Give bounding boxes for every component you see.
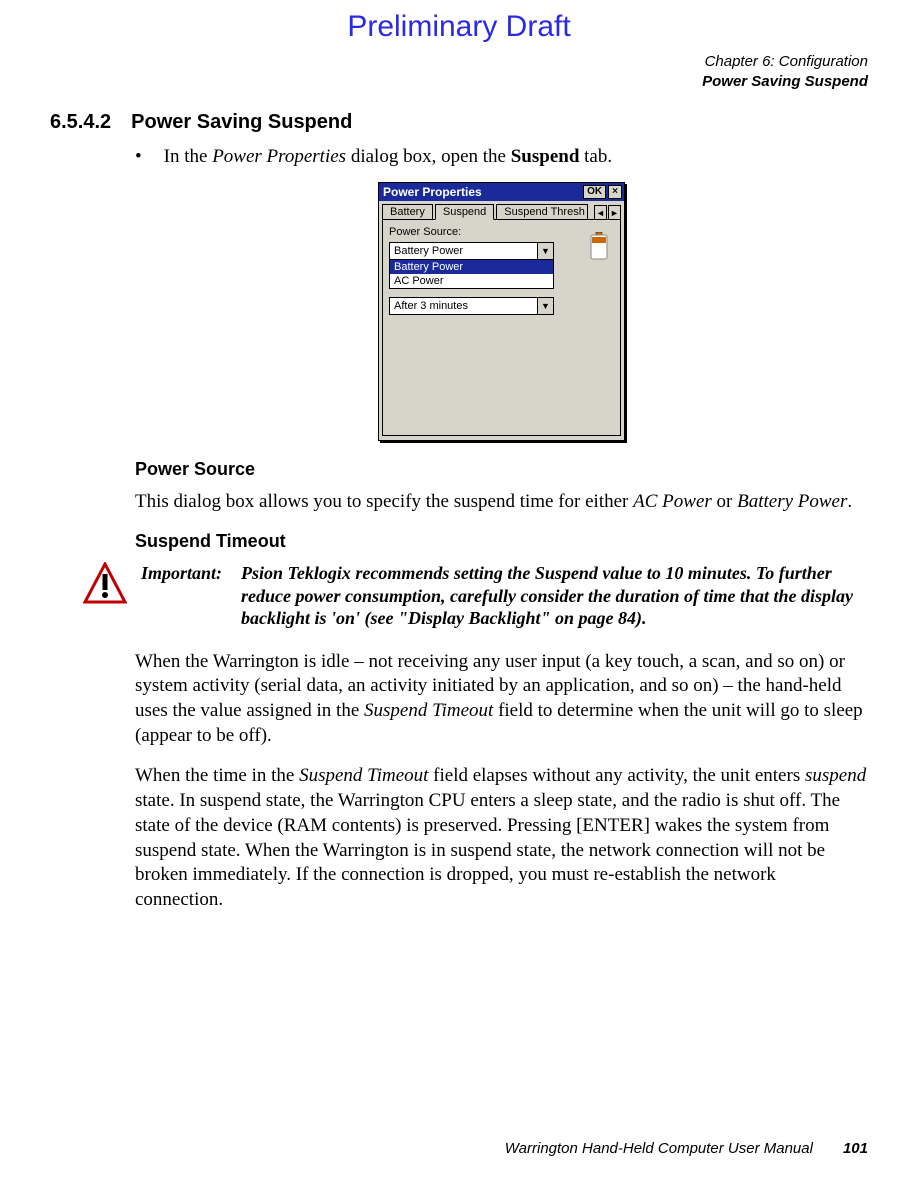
dialog-tabs: Battery Suspend Suspend Thresh ◄ ► <box>379 201 624 220</box>
combo-value: Battery Power <box>390 245 537 257</box>
power-source-heading: Power Source <box>135 459 868 480</box>
text: or <box>712 491 737 512</box>
text: tab. <box>579 146 612 167</box>
para-idle: When the Warrington is idle – not receiv… <box>135 650 868 749</box>
text-italic: suspend <box>805 765 866 786</box>
suspend-timeout-heading: Suspend Timeout <box>135 531 868 552</box>
dialog-title: Power Properties <box>381 185 581 199</box>
combo-value: After 3 minutes <box>390 300 537 312</box>
page-footer: Warrington Hand-Held Computer User Manua… <box>505 1140 868 1157</box>
dialog-body: Power Source: Battery Power ▼ Battery Po… <box>382 219 621 436</box>
text: This dialog box allows you to specify th… <box>135 491 633 512</box>
ok-button[interactable]: OK <box>583 185 606 199</box>
list-item-ac[interactable]: AC Power <box>390 274 553 288</box>
important-text: Important: Psion Teklogix recommends set… <box>141 562 868 630</box>
draft-watermark: Preliminary Draft <box>50 10 868 44</box>
important-label: Important: <box>141 562 237 585</box>
combo-dropdown-button[interactable]: ▼ <box>537 298 553 314</box>
tab-battery[interactable]: Battery <box>382 204 433 220</box>
tab-suspend-thresh[interactable]: Suspend Thresh <box>496 204 588 220</box>
power-source-combo[interactable]: Battery Power ▼ <box>389 242 554 260</box>
bullet-item: • In the Power Properties dialog box, op… <box>135 146 868 168</box>
dialog-titlebar: Power Properties OK × <box>379 183 624 201</box>
important-block: Important: Psion Teklogix recommends set… <box>83 562 868 630</box>
tab-suspend[interactable]: Suspend <box>435 204 494 220</box>
text-italic: AC Power <box>633 491 712 512</box>
text-italic: Battery Power <box>737 491 847 512</box>
text-italic: Power Properties <box>212 146 346 167</box>
text: In the <box>164 146 213 167</box>
important-body: Psion Teklogix recommends setting the Su… <box>141 562 868 630</box>
section-number: 6.5.4.2 <box>50 111 111 134</box>
footer-manual-title: Warrington Hand-Held Computer User Manua… <box>505 1140 813 1157</box>
bullet-text: In the Power Properties dialog box, open… <box>164 146 612 168</box>
tab-scroll-left[interactable]: ◄ <box>594 205 607 220</box>
text-bold: Suspend <box>511 146 580 167</box>
para-suspend-state: When the time in the Suspend Timeout fie… <box>135 764 868 912</box>
text: . <box>847 491 852 512</box>
text: state. In suspend state, the Warrington … <box>135 790 840 910</box>
text-italic: Suspend Timeout <box>364 700 493 721</box>
text-italic: Suspend Timeout <box>299 765 428 786</box>
text: field elapses without any activity, the … <box>428 765 805 786</box>
power-source-label: Power Source: <box>389 226 614 238</box>
power-source-list: Battery Power AC Power <box>389 260 554 289</box>
footer-page-number: 101 <box>843 1140 868 1157</box>
section-title: Power Saving Suspend <box>131 111 352 134</box>
combo-dropdown-button[interactable]: ▼ <box>537 243 553 259</box>
close-button[interactable]: × <box>608 185 622 199</box>
timeout-combo[interactable]: After 3 minutes ▼ <box>389 297 554 315</box>
power-properties-dialog: Power Properties OK × Battery Suspend Su… <box>378 182 625 441</box>
power-source-para: This dialog box allows you to specify th… <box>135 490 868 515</box>
warning-icon <box>83 562 127 606</box>
section-heading: 6.5.4.2 Power Saving Suspend <box>50 111 868 134</box>
chapter-subline: Power Saving Suspend <box>50 72 868 92</box>
list-item-battery[interactable]: Battery Power <box>390 260 553 274</box>
text: dialog box, open the <box>346 146 511 167</box>
text: When the time in the <box>135 765 299 786</box>
battery-icon <box>588 232 610 260</box>
bullet-marker: • <box>135 146 142 168</box>
chapter-line: Chapter 6: Configuration <box>50 52 868 72</box>
tab-scroll-right[interactable]: ► <box>608 205 621 220</box>
chapter-header: Chapter 6: Configuration Power Saving Su… <box>50 52 868 91</box>
